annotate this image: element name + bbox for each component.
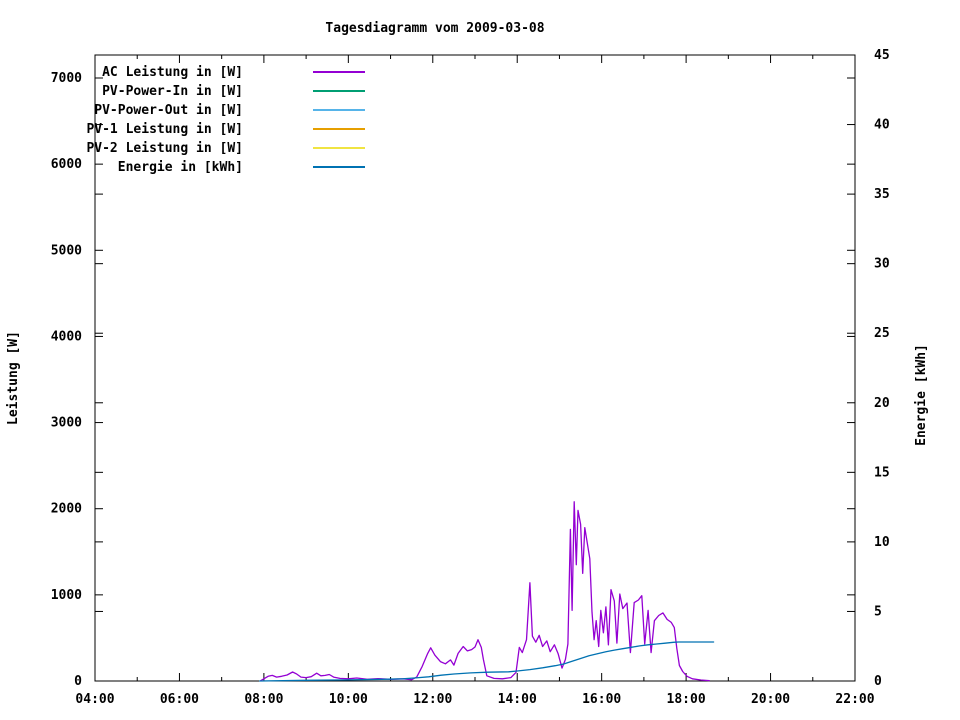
legend-label: Energie in [kWh] — [118, 160, 243, 175]
x-tick-label: 12:00 — [413, 692, 452, 707]
y2-tick-label: 35 — [874, 187, 890, 202]
legend-label: PV-1 Leistung in [W] — [86, 122, 243, 137]
legend-label: PV-Power-Out in [W] — [94, 103, 243, 118]
y2-tick-label: 0 — [874, 674, 882, 689]
y2-tick-label: 25 — [874, 326, 890, 341]
legend-label: AC Leistung in [W] — [102, 65, 243, 80]
x-tick-label: 16:00 — [582, 692, 621, 707]
x-tick-label: 06:00 — [160, 692, 199, 707]
y-tick-label: 2000 — [51, 502, 82, 517]
y2-tick-label: 40 — [874, 118, 890, 133]
x-tick-label: 18:00 — [667, 692, 706, 707]
x-tick-label: 08:00 — [244, 692, 283, 707]
y2-tick-label: 45 — [874, 48, 890, 63]
series-line — [261, 502, 710, 681]
chart-canvas: Tagesdiagramm vom 2009-03-08 Leistung [W… — [0, 0, 960, 720]
y2-tick-label: 5 — [874, 604, 882, 619]
x-tick-label: 22:00 — [835, 692, 874, 707]
legend-label: PV-Power-In in [W] — [102, 84, 243, 99]
legend-label: PV-2 Leistung in [W] — [86, 141, 243, 156]
y2-tick-label: 20 — [874, 396, 890, 411]
x-tick-label: 14:00 — [498, 692, 537, 707]
y-tick-label: 3000 — [51, 416, 82, 431]
y2-tick-label: 15 — [874, 465, 890, 480]
y2-tick-label: 30 — [874, 257, 890, 272]
x-tick-label: 10:00 — [329, 692, 368, 707]
x-tick-label: 04:00 — [75, 692, 114, 707]
y-tick-label: 0 — [74, 674, 82, 689]
y-tick-label: 6000 — [51, 157, 82, 172]
y-tick-label: 7000 — [51, 71, 82, 86]
y-tick-label: 1000 — [51, 588, 82, 603]
y-tick-label: 5000 — [51, 243, 82, 258]
y2-tick-label: 10 — [874, 535, 890, 550]
y-tick-label: 4000 — [51, 329, 82, 344]
plot-area: 04:00 06:00 08:00 10:00 12:00 14:00 16:00 18:00… — [0, 0, 960, 720]
x-tick-label: 20:00 — [751, 692, 790, 707]
